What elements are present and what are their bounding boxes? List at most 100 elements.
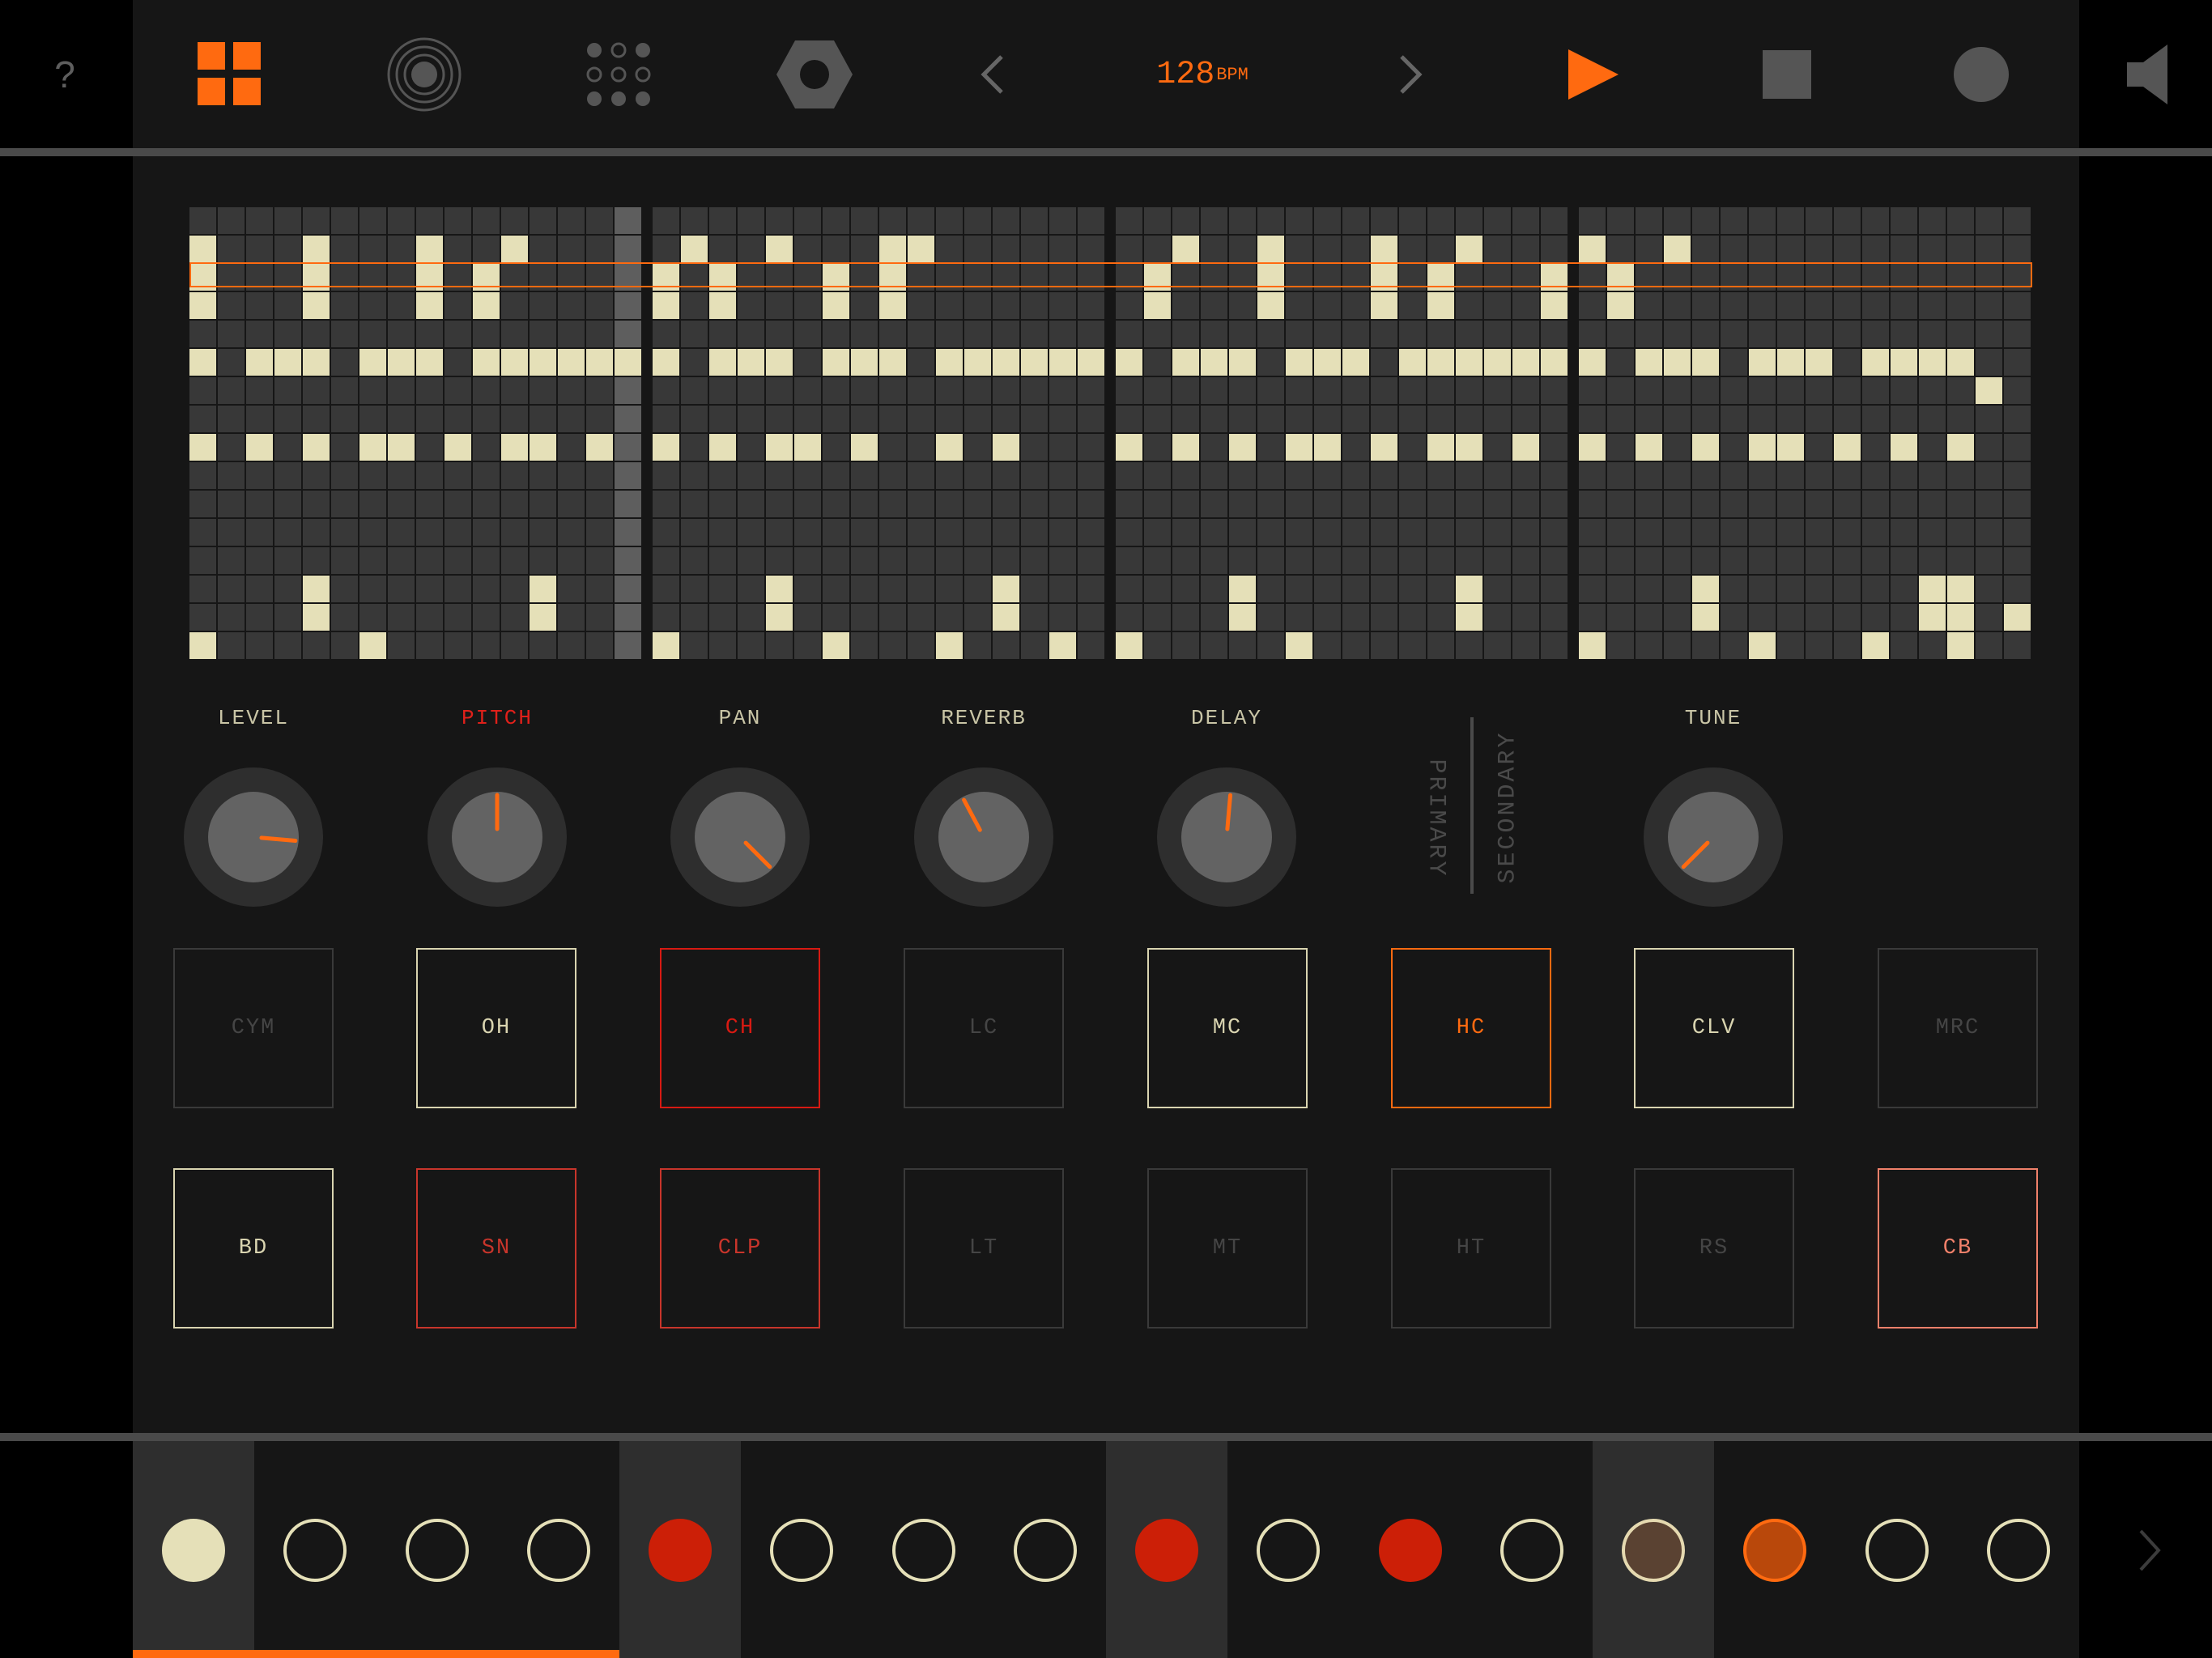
pad-lc[interactable]: LC	[904, 948, 1064, 1108]
step-cell[interactable]	[1721, 547, 1747, 574]
step-cell[interactable]	[1834, 519, 1861, 546]
step-cell[interactable]	[738, 264, 764, 291]
step-cell[interactable]	[1692, 519, 1719, 546]
step-cell[interactable]	[359, 377, 386, 404]
step-cell[interactable]	[1834, 434, 1861, 461]
step-cell[interactable]	[359, 349, 386, 376]
step-cell[interactable]	[1116, 292, 1142, 319]
step-cell[interactable]	[879, 207, 906, 234]
step-cell[interactable]	[766, 434, 793, 461]
step-cell[interactable]	[1314, 349, 1341, 376]
step-cell[interactable]	[501, 434, 528, 461]
step-cell[interactable]	[1342, 519, 1369, 546]
step-cell[interactable]	[738, 406, 764, 432]
step-cell[interactable]	[964, 377, 991, 404]
step-cell[interactable]	[823, 604, 849, 631]
pad-clv[interactable]: CLV	[1634, 948, 1794, 1108]
step-cell[interactable]	[246, 632, 273, 659]
step-cell[interactable]	[1399, 264, 1426, 291]
step-cell[interactable]	[1891, 377, 1917, 404]
step-cell[interactable]	[388, 491, 415, 517]
step-cell[interactable]	[359, 292, 386, 319]
step-cell[interactable]	[416, 236, 443, 262]
step-cell[interactable]	[359, 434, 386, 461]
step-cell[interactable]	[823, 236, 849, 262]
step-cell[interactable]	[1692, 236, 1719, 262]
step-cell[interactable]	[1484, 349, 1511, 376]
step-cell[interactable]	[473, 491, 500, 517]
help-icon[interactable]: ?	[45, 32, 85, 117]
step-cell[interactable]	[1636, 292, 1662, 319]
step-cell[interactable]	[1078, 349, 1104, 376]
step-cell[interactable]	[1484, 406, 1511, 432]
step-cell[interactable]	[1257, 434, 1284, 461]
step-cell[interactable]	[1286, 321, 1312, 347]
step-cell[interactable]	[823, 406, 849, 432]
step-cell[interactable]	[823, 632, 849, 659]
step-cell[interactable]	[1834, 406, 1861, 432]
step-cell[interactable]	[1257, 406, 1284, 432]
step-cell[interactable]	[1172, 519, 1199, 546]
step-cell[interactable]	[1692, 604, 1719, 631]
step-cell[interactable]	[1579, 292, 1606, 319]
step-cell[interactable]	[2004, 519, 2031, 546]
step-cell[interactable]	[1579, 406, 1606, 432]
step-cell[interactable]	[388, 377, 415, 404]
step-cell[interactable]	[331, 434, 358, 461]
pattern-grid-icon[interactable]	[193, 32, 267, 117]
step-cell[interactable]	[1607, 519, 1634, 546]
step-cell[interactable]	[823, 576, 849, 602]
step-cell[interactable]	[1806, 547, 1832, 574]
step-cell[interactable]	[359, 236, 386, 262]
step-cell[interactable]	[1286, 462, 1312, 489]
step-cell[interactable]	[794, 632, 821, 659]
step-button[interactable]	[1714, 1441, 1836, 1658]
step-cell[interactable]	[1579, 264, 1606, 291]
step-cell[interactable]	[1947, 349, 1974, 376]
step-cell[interactable]	[1116, 632, 1142, 659]
step-cell[interactable]	[709, 491, 736, 517]
step-cell[interactable]	[738, 236, 764, 262]
step-cell[interactable]	[1427, 547, 1454, 574]
step-cell[interactable]	[1749, 207, 1776, 234]
step-cell[interactable]	[388, 604, 415, 631]
step-cell[interactable]	[1286, 377, 1312, 404]
step-cell[interactable]	[1919, 349, 1946, 376]
step-cell[interactable]	[964, 576, 991, 602]
step-cell[interactable]	[1144, 207, 1171, 234]
step-cell[interactable]	[1512, 321, 1539, 347]
step-cell[interactable]	[1919, 576, 1946, 602]
step-cell[interactable]	[964, 406, 991, 432]
step-cell[interactable]	[615, 349, 641, 376]
step-cell[interactable]	[359, 462, 386, 489]
step-cell[interactable]	[1806, 491, 1832, 517]
step-cell[interactable]	[993, 264, 1019, 291]
step-cell[interactable]	[1664, 321, 1691, 347]
step-cell[interactable]	[1607, 434, 1634, 461]
knob-pan[interactable]	[670, 767, 810, 907]
step-cell[interactable]	[558, 207, 585, 234]
step-cell[interactable]	[1078, 519, 1104, 546]
step-cell[interactable]	[1749, 434, 1776, 461]
step-cell[interactable]	[359, 207, 386, 234]
step-cell[interactable]	[615, 604, 641, 631]
speaker-icon[interactable]	[2123, 32, 2172, 117]
step-cell[interactable]	[1144, 264, 1171, 291]
pad-bd[interactable]: BD	[173, 1168, 334, 1329]
step-cell[interactable]	[766, 462, 793, 489]
step-cell[interactable]	[1371, 434, 1397, 461]
step-cell[interactable]	[1257, 491, 1284, 517]
step-cell[interactable]	[473, 236, 500, 262]
knob-level[interactable]	[184, 767, 323, 907]
step-cell[interactable]	[1484, 632, 1511, 659]
step-cell[interactable]	[558, 236, 585, 262]
step-cell[interactable]	[964, 547, 991, 574]
step-cell[interactable]	[709, 264, 736, 291]
step-cell[interactable]	[1021, 519, 1048, 546]
step-cell[interactable]	[993, 519, 1019, 546]
step-cell[interactable]	[879, 292, 906, 319]
step-cell[interactable]	[1078, 207, 1104, 234]
step-cell[interactable]	[1512, 632, 1539, 659]
step-cell[interactable]	[388, 349, 415, 376]
step-cell[interactable]	[936, 377, 963, 404]
